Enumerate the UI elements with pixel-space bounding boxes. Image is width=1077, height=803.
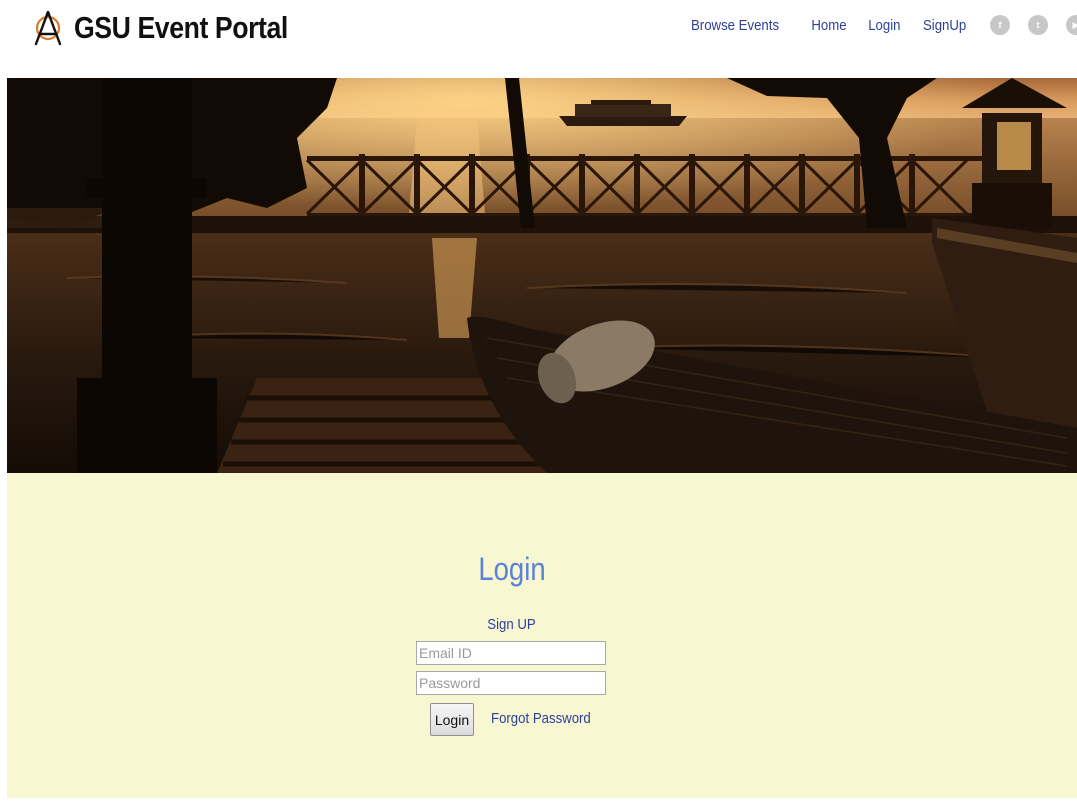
- nav-login[interactable]: Login: [868, 17, 900, 34]
- email-field[interactable]: [416, 641, 606, 665]
- login-section: Login Sign UP Login Forgot Password: [7, 473, 1077, 798]
- header: GSU Event Portal Browse Events Home Logi…: [0, 0, 1077, 78]
- login-button[interactable]: Login: [430, 703, 474, 736]
- forgot-password-label[interactable]: Forgot Password: [491, 710, 591, 727]
- password-field[interactable]: [416, 671, 606, 695]
- compass-logo-icon: [34, 10, 62, 46]
- brand[interactable]: GSU Event Portal: [32, 6, 323, 50]
- sunset-pool-photo: [7, 78, 1077, 473]
- youtube-icon[interactable]: ▶: [1066, 15, 1077, 35]
- brand-title: GSU Event Portal: [74, 10, 288, 45]
- signup-link-label[interactable]: Sign UP: [488, 616, 536, 633]
- signup-link[interactable]: Sign UP: [7, 616, 1017, 633]
- nav-home[interactable]: Home: [811, 17, 846, 34]
- nav-browse-events[interactable]: Browse Events: [691, 17, 779, 34]
- hero-image: [7, 78, 1077, 473]
- page: GSU Event Portal Browse Events Home Logi…: [0, 0, 1077, 803]
- twitter-icon[interactable]: t: [1028, 15, 1048, 35]
- forgot-password-link[interactable]: Forgot Password: [491, 710, 604, 727]
- nav-signup[interactable]: SignUp: [923, 17, 966, 34]
- top-nav: Browse Events Home Login SignUp f t ▶: [685, 12, 1077, 38]
- login-title: Login: [478, 551, 546, 587]
- facebook-icon[interactable]: f: [990, 15, 1010, 35]
- social-links: f t ▶: [990, 15, 1077, 35]
